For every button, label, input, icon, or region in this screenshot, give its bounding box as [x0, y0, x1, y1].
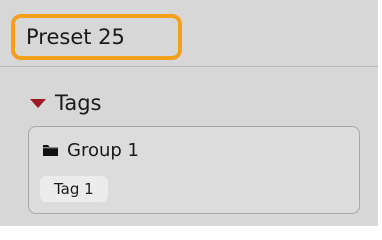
preset-title[interactable]: Preset 25: [11, 14, 182, 60]
triangle-down-icon: [30, 99, 46, 108]
tag-group-header[interactable]: Group 1: [43, 139, 139, 161]
preset-panel: Preset 25 Tags Group 1 Tag 1: [0, 0, 378, 226]
tag-chip[interactable]: Tag 1: [40, 176, 108, 202]
tag-group-card: Group 1 Tag 1: [28, 126, 360, 214]
tag-group-label: Group 1: [67, 139, 139, 161]
header-divider: [0, 66, 378, 67]
tags-section-label: Tags: [55, 91, 102, 115]
folder-icon: [43, 145, 58, 156]
tags-section-toggle[interactable]: Tags: [30, 90, 102, 116]
